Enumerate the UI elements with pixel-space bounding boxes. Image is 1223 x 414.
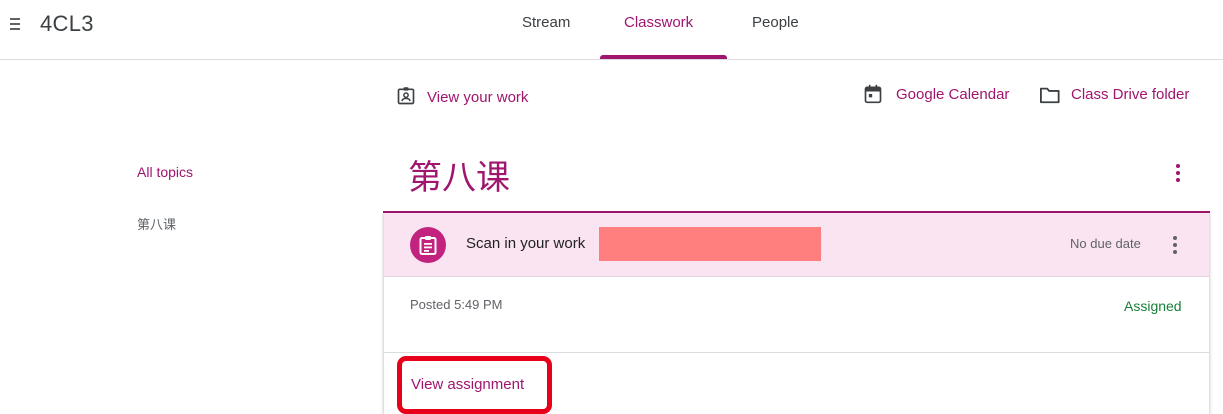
menu-icon[interactable] bbox=[10, 16, 22, 32]
calendar-icon bbox=[864, 84, 882, 104]
tab-stream[interactable]: Stream bbox=[522, 14, 570, 31]
class-name[interactable]: 4CL3 bbox=[40, 11, 94, 37]
topic-more-options-icon[interactable] bbox=[1168, 160, 1188, 186]
assignment-card: Scan in your work No due date Posted 5:4… bbox=[383, 213, 1210, 414]
view-your-work-link[interactable]: View your work bbox=[396, 87, 546, 110]
assignment-header[interactable]: Scan in your work No due date bbox=[384, 213, 1209, 277]
view-assignment-link[interactable]: View assignment bbox=[411, 376, 524, 393]
view-your-work-label: View your work bbox=[427, 89, 529, 106]
tab-people[interactable]: People bbox=[752, 14, 799, 31]
google-calendar-link[interactable]: Google Calendar bbox=[864, 84, 1024, 106]
class-drive-folder-link[interactable]: Class Drive folder bbox=[1039, 84, 1204, 106]
assignment-ind-icon bbox=[397, 87, 415, 105]
top-app-bar: 4CL3 Stream Classwork People bbox=[0, 0, 1223, 60]
topic-title: 第八课 bbox=[408, 158, 510, 198]
sidebar-topic-all-topics[interactable]: All topics bbox=[137, 164, 193, 180]
tab-classwork[interactable]: Classwork bbox=[624, 14, 693, 31]
sidebar-topic-lesson-8[interactable]: 第八课 bbox=[137, 214, 176, 233]
google-calendar-label: Google Calendar bbox=[896, 86, 1010, 103]
folder-icon bbox=[1039, 87, 1060, 104]
status-badge: Assigned bbox=[1124, 298, 1182, 314]
redaction-block bbox=[599, 227, 821, 261]
card-divider bbox=[384, 352, 1209, 353]
due-date: No due date bbox=[1070, 236, 1141, 251]
assignment-icon bbox=[410, 227, 446, 263]
active-tab-indicator bbox=[600, 55, 727, 59]
class-drive-folder-label: Class Drive folder bbox=[1071, 86, 1190, 103]
posted-time: Posted 5:49 PM bbox=[410, 297, 503, 312]
assignment-title: Scan in your work bbox=[466, 235, 586, 252]
assignment-more-options-icon[interactable] bbox=[1165, 233, 1185, 257]
